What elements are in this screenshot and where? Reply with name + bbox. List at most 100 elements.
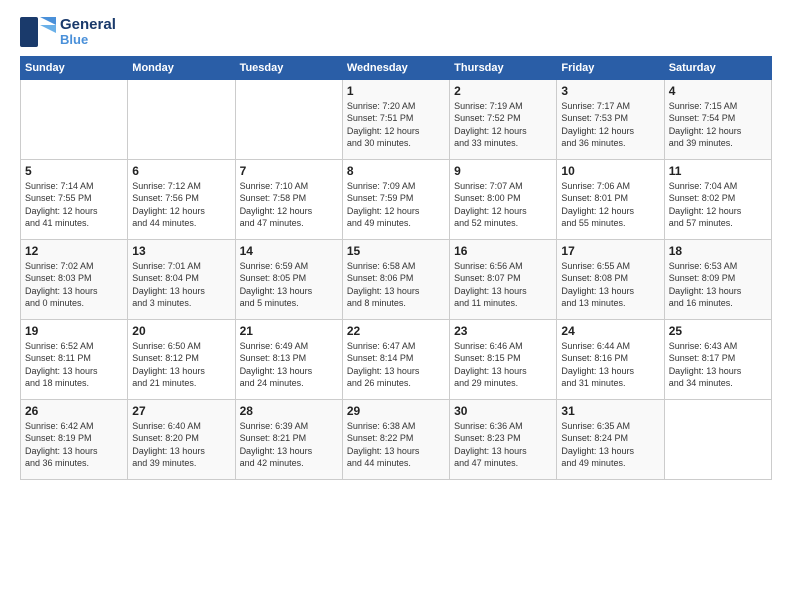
day-number: 21 (240, 324, 338, 338)
day-number: 31 (561, 404, 659, 418)
day-cell: 17 Sunrise: 6:55 AM Sunset: 8:08 PM Dayli… (557, 239, 664, 319)
day-number: 7 (240, 164, 338, 178)
day-cell (21, 79, 128, 159)
day-cell: 20 Sunrise: 6:50 AM Sunset: 8:12 PM Dayli… (128, 319, 235, 399)
day-info: Sunrise: 6:40 AM Sunset: 8:20 PM Dayligh… (132, 420, 230, 470)
calendar-table: SundayMondayTuesdayWednesdayThursdayFrid… (20, 56, 772, 480)
day-info: Sunrise: 6:49 AM Sunset: 8:13 PM Dayligh… (240, 340, 338, 390)
day-info: Sunrise: 7:10 AM Sunset: 7:58 PM Dayligh… (240, 180, 338, 230)
day-number: 5 (25, 164, 123, 178)
day-number: 19 (25, 324, 123, 338)
week-row-3: 12Sunrise: 7:02 AM Sunset: 8:03 PM Dayli… (21, 239, 772, 319)
day-number: 6 (132, 164, 230, 178)
week-row-4: 19 Sunrise: 6:52 AM Sunset: 8:11 PM Dayli… (21, 319, 772, 399)
day-number: 25 (669, 324, 767, 338)
day-number: 14 (240, 244, 338, 258)
day-number: 29 (347, 404, 445, 418)
day-number: 10 (561, 164, 659, 178)
day-info: Sunrise: 7:07 AM Sunset: 8:00 PM Dayligh… (454, 180, 552, 230)
day-cell: 1 Sunrise: 7:20 AM Sunset: 7:51 PM Daylig… (342, 79, 449, 159)
day-cell: 15 Sunrise: 6:58 AM Sunset: 8:06 PM Dayli… (342, 239, 449, 319)
day-cell: 10 Sunrise: 7:06 AM Sunset: 8:01 PM Dayli… (557, 159, 664, 239)
day-info: Sunrise: 6:47 AM Sunset: 8:14 PM Dayligh… (347, 340, 445, 390)
day-number: 22 (347, 324, 445, 338)
day-number: 27 (132, 404, 230, 418)
week-row-2: 5 Sunrise: 7:14 AM Sunset: 7:55 PM Daylig… (21, 159, 772, 239)
day-cell: 27 Sunrise: 6:40 AM Sunset: 8:20 PM Dayli… (128, 399, 235, 479)
day-cell: 14 Sunrise: 6:59 AM Sunset: 8:05 PM Dayli… (235, 239, 342, 319)
day-number: 24 (561, 324, 659, 338)
day-number: 15 (347, 244, 445, 258)
day-cell: 16 Sunrise: 6:56 AM Sunset: 8:07 PM Dayli… (450, 239, 557, 319)
day-header-sunday: Sunday (21, 56, 128, 79)
day-info: Sunrise: 6:36 AM Sunset: 8:23 PM Dayligh… (454, 420, 552, 470)
week-row-5: 26Sunrise: 6:42 AM Sunset: 8:19 PM Dayli… (21, 399, 772, 479)
day-number: 16 (454, 244, 552, 258)
day-info: Sunrise: 7:14 AM Sunset: 7:55 PM Dayligh… (25, 180, 123, 230)
day-info: Sunrise: 7:04 AM Sunset: 8:02 PM Dayligh… (669, 180, 767, 230)
day-header-saturday: Saturday (664, 56, 771, 79)
day-info: Sunrise: 6:50 AM Sunset: 8:12 PM Dayligh… (132, 340, 230, 390)
day-cell (128, 79, 235, 159)
day-cell: 7 Sunrise: 7:10 AM Sunset: 7:58 PM Daylig… (235, 159, 342, 239)
day-number: 2 (454, 84, 552, 98)
day-cell (664, 399, 771, 479)
logo: General Blue (20, 16, 116, 48)
day-info: Sunrise: 7:09 AM Sunset: 7:59 PM Dayligh… (347, 180, 445, 230)
day-number: 9 (454, 164, 552, 178)
day-number: 28 (240, 404, 338, 418)
page-header: General Blue (20, 16, 772, 48)
day-info: Sunrise: 6:58 AM Sunset: 8:06 PM Dayligh… (347, 260, 445, 310)
day-info: Sunrise: 7:19 AM Sunset: 7:52 PM Dayligh… (454, 100, 552, 150)
day-number: 8 (347, 164, 445, 178)
day-info: Sunrise: 7:06 AM Sunset: 8:01 PM Dayligh… (561, 180, 659, 230)
day-cell: 3Sunrise: 7:17 AM Sunset: 7:53 PM Daylig… (557, 79, 664, 159)
day-header-monday: Monday (128, 56, 235, 79)
day-cell: 31 Sunrise: 6:35 AM Sunset: 8:24 PM Dayli… (557, 399, 664, 479)
day-info: Sunrise: 6:35 AM Sunset: 8:24 PM Dayligh… (561, 420, 659, 470)
header-row: SundayMondayTuesdayWednesdayThursdayFrid… (21, 56, 772, 79)
day-info: Sunrise: 7:12 AM Sunset: 7:56 PM Dayligh… (132, 180, 230, 230)
day-cell: 6 Sunrise: 7:12 AM Sunset: 7:56 PM Daylig… (128, 159, 235, 239)
day-header-tuesday: Tuesday (235, 56, 342, 79)
day-info: Sunrise: 6:38 AM Sunset: 8:22 PM Dayligh… (347, 420, 445, 470)
day-info: Sunrise: 6:44 AM Sunset: 8:16 PM Dayligh… (561, 340, 659, 390)
logo-icon (20, 17, 56, 47)
day-info: Sunrise: 7:02 AM Sunset: 8:03 PM Dayligh… (25, 260, 123, 310)
day-cell: 2 Sunrise: 7:19 AM Sunset: 7:52 PM Daylig… (450, 79, 557, 159)
day-number: 23 (454, 324, 552, 338)
day-info: Sunrise: 7:15 AM Sunset: 7:54 PM Dayligh… (669, 100, 767, 150)
day-info: Sunrise: 6:56 AM Sunset: 8:07 PM Dayligh… (454, 260, 552, 310)
day-cell: 23Sunrise: 6:46 AM Sunset: 8:15 PM Dayli… (450, 319, 557, 399)
day-header-wednesday: Wednesday (342, 56, 449, 79)
day-header-friday: Friday (557, 56, 664, 79)
day-info: Sunrise: 6:59 AM Sunset: 8:05 PM Dayligh… (240, 260, 338, 310)
day-cell: 4 Sunrise: 7:15 AM Sunset: 7:54 PM Daylig… (664, 79, 771, 159)
day-info: Sunrise: 7:20 AM Sunset: 7:51 PM Dayligh… (347, 100, 445, 150)
day-number: 4 (669, 84, 767, 98)
day-cell: 30 Sunrise: 6:36 AM Sunset: 8:23 PM Dayli… (450, 399, 557, 479)
day-number: 18 (669, 244, 767, 258)
week-row-1: 1 Sunrise: 7:20 AM Sunset: 7:51 PM Daylig… (21, 79, 772, 159)
day-info: Sunrise: 7:01 AM Sunset: 8:04 PM Dayligh… (132, 260, 230, 310)
day-cell: 5 Sunrise: 7:14 AM Sunset: 7:55 PM Daylig… (21, 159, 128, 239)
day-cell: 12Sunrise: 7:02 AM Sunset: 8:03 PM Dayli… (21, 239, 128, 319)
day-info: Sunrise: 6:42 AM Sunset: 8:19 PM Dayligh… (25, 420, 123, 470)
day-number: 1 (347, 84, 445, 98)
day-info: Sunrise: 6:52 AM Sunset: 8:11 PM Dayligh… (25, 340, 123, 390)
day-cell (235, 79, 342, 159)
day-cell: 29 Sunrise: 6:38 AM Sunset: 8:22 PM Dayli… (342, 399, 449, 479)
day-cell: 11 Sunrise: 7:04 AM Sunset: 8:02 PM Dayli… (664, 159, 771, 239)
day-number: 11 (669, 164, 767, 178)
day-number: 3 (561, 84, 659, 98)
day-cell: 9 Sunrise: 7:07 AM Sunset: 8:00 PM Daylig… (450, 159, 557, 239)
day-cell: 22 Sunrise: 6:47 AM Sunset: 8:14 PM Dayli… (342, 319, 449, 399)
day-number: 17 (561, 244, 659, 258)
day-cell: 8 Sunrise: 7:09 AM Sunset: 7:59 PM Daylig… (342, 159, 449, 239)
day-number: 13 (132, 244, 230, 258)
day-info: Sunrise: 6:55 AM Sunset: 8:08 PM Dayligh… (561, 260, 659, 310)
day-cell: 18 Sunrise: 6:53 AM Sunset: 8:09 PM Dayli… (664, 239, 771, 319)
day-info: Sunrise: 6:53 AM Sunset: 8:09 PM Dayligh… (669, 260, 767, 310)
day-number: 30 (454, 404, 552, 418)
day-number: 20 (132, 324, 230, 338)
